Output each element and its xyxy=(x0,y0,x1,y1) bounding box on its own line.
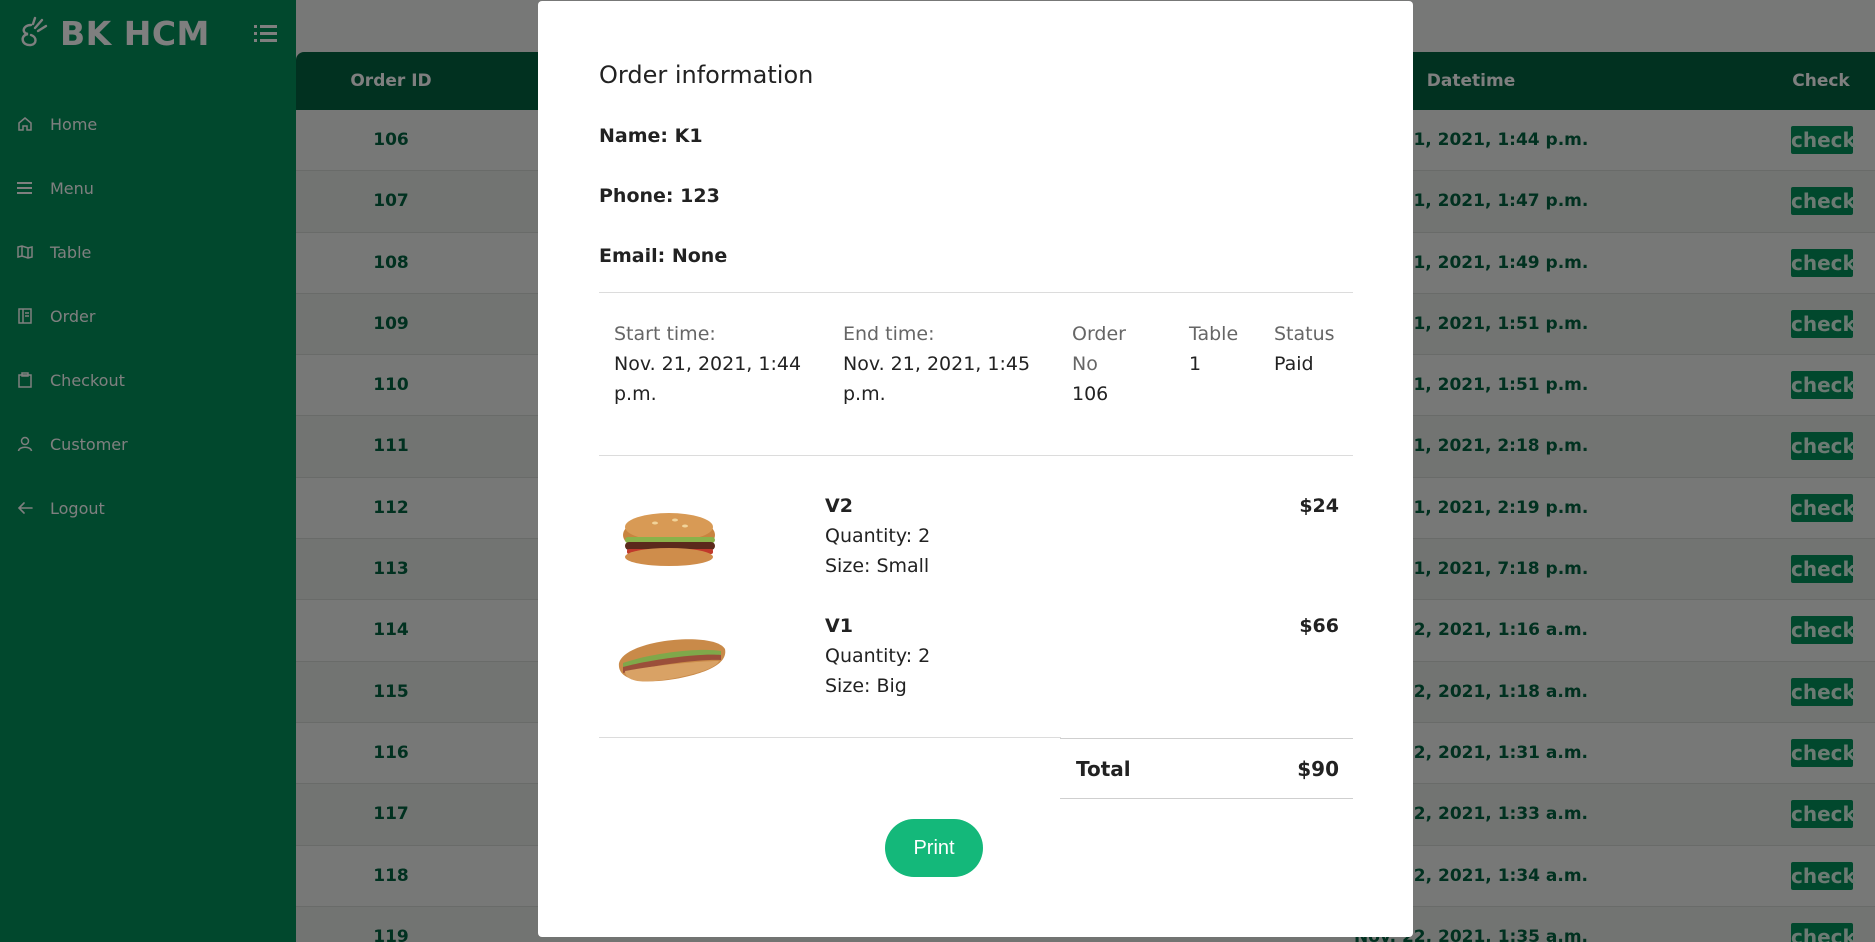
item-name: V1 xyxy=(825,615,853,637)
order-item: V1 Quantity: 2 Size: Big $66 xyxy=(599,615,1353,705)
customer-name: Name: K1 xyxy=(599,125,703,147)
total-row: Total $90 xyxy=(1060,738,1353,799)
burger-image xyxy=(615,499,727,577)
print-button[interactable]: Print xyxy=(885,819,983,877)
item-quantity: Quantity: 2 xyxy=(825,645,931,667)
total-value: $90 xyxy=(1297,757,1339,781)
item-size: Size: Big xyxy=(825,675,907,697)
start-time-value: Nov. 21, 2021, 1:44 p.m. xyxy=(614,353,802,405)
item-quantity: Quantity: 2 xyxy=(825,525,931,547)
table-number-value: 1 xyxy=(1189,353,1202,375)
modal-title: Order information xyxy=(599,61,814,89)
order-number: Order No 106 xyxy=(1072,319,1142,409)
divider xyxy=(599,455,1353,456)
total-label: Total xyxy=(1076,757,1131,781)
divider xyxy=(599,737,1061,738)
order-number-label: Order No xyxy=(1072,323,1126,375)
item-price: $66 xyxy=(1299,615,1339,637)
item-price: $24 xyxy=(1299,495,1339,517)
sub-sandwich-image xyxy=(615,619,727,697)
end-time-label: End time: xyxy=(843,323,935,345)
order-item: V2 Quantity: 2 Size: Small $24 xyxy=(599,495,1353,585)
start-time-label: Start time: xyxy=(614,323,716,345)
order-number-value: 106 xyxy=(1072,383,1109,405)
customer-email: Email: None xyxy=(599,245,728,267)
order-status-label: Status xyxy=(1274,323,1335,345)
table-number: Table 1 xyxy=(1189,319,1259,379)
table-number-label: Table xyxy=(1189,323,1239,345)
end-time: End time: Nov. 21, 2021, 1:45 p.m. xyxy=(843,319,1033,409)
divider xyxy=(599,292,1353,293)
order-status: Status Paid xyxy=(1274,319,1354,379)
item-name: V2 xyxy=(825,495,853,517)
customer-phone: Phone: 123 xyxy=(599,185,720,207)
order-status-value: Paid xyxy=(1274,353,1314,375)
order-info-modal: Order information Name: K1 Phone: 123 Em… xyxy=(538,1,1413,937)
end-time-value: Nov. 21, 2021, 1:45 p.m. xyxy=(843,353,1031,405)
start-time: Start time: Nov. 21, 2021, 1:44 p.m. xyxy=(614,319,804,409)
item-size: Size: Small xyxy=(825,555,930,577)
